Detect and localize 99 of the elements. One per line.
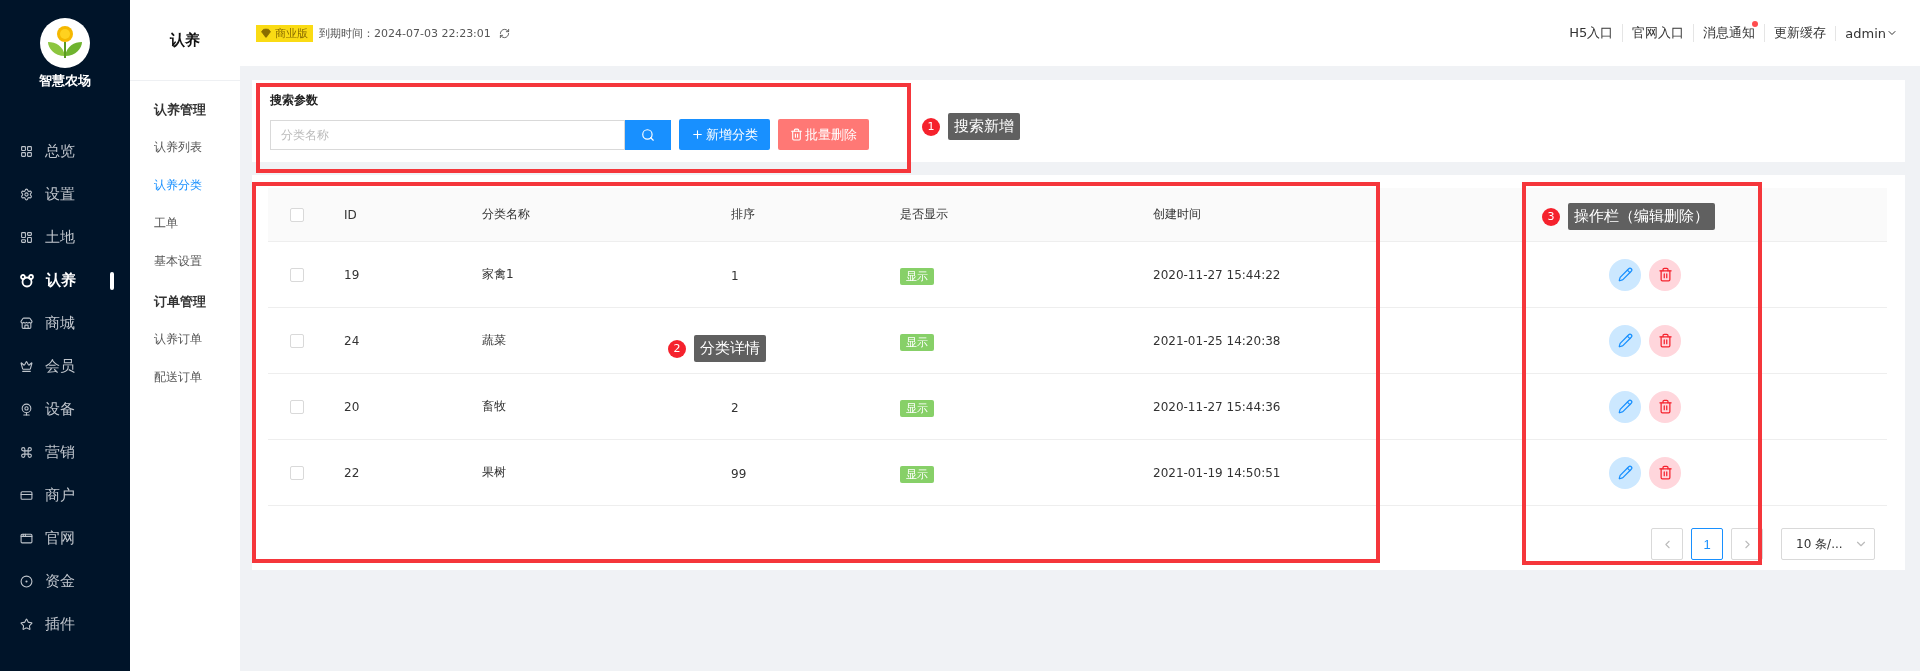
submenu-item[interactable]: 认养订单 — [130, 321, 240, 359]
table-cell: 2021-01-19 14:50:51 — [1153, 465, 1281, 480]
pencil-icon — [1617, 267, 1633, 282]
page-size-select[interactable]: 10 条/... — [1781, 528, 1875, 560]
blocks-icon — [20, 231, 33, 244]
search-button[interactable] — [625, 119, 671, 150]
sidebar-item[interactable]: 认养 — [0, 259, 130, 302]
sidebar-item[interactable]: 商城 — [0, 302, 130, 345]
trash-icon — [1657, 399, 1673, 414]
submenu-item[interactable]: 认养列表 — [130, 129, 240, 167]
table-cell: 2 — [731, 401, 739, 415]
sidebar-item[interactable]: 土地 — [0, 216, 130, 259]
header-link[interactable]: 消息通知 — [1693, 24, 1765, 42]
table-cell: 畜牧 — [482, 398, 506, 415]
search-field[interactable]: 分类名称 — [270, 119, 625, 150]
row-checkbox[interactable] — [290, 333, 304, 348]
table-cell: 果树 — [482, 464, 506, 481]
sidebar-item[interactable]: 插件 — [0, 603, 130, 646]
table-cell: 24 — [344, 333, 360, 348]
expiry-text: 到期时间：2024-07-03 22:23:01 — [319, 25, 491, 41]
row-checkbox[interactable] — [290, 465, 304, 480]
status-tag: 显示 — [900, 334, 934, 351]
sunflower-logo — [40, 18, 90, 68]
delete-button[interactable] — [1649, 390, 1681, 423]
header-link[interactable]: H5入口 — [1560, 24, 1623, 42]
table-cell: 19 — [344, 267, 360, 282]
gear-icon — [20, 188, 33, 201]
submenu-item[interactable]: 基本设置 — [130, 243, 240, 281]
edit-button[interactable] — [1609, 456, 1641, 489]
sidebar-item[interactable]: 总览 — [0, 130, 130, 173]
star-icon — [20, 618, 33, 631]
status-tag: 显示 — [900, 466, 934, 483]
window-icon — [20, 532, 33, 545]
edit-button[interactable] — [1609, 324, 1641, 357]
grid-icon — [20, 145, 33, 158]
sidebar-item[interactable]: 资金 — [0, 560, 130, 603]
row-checkbox[interactable] — [290, 399, 304, 414]
trash-icon — [1657, 267, 1673, 282]
store-icon — [20, 317, 33, 330]
submenu-item[interactable]: 工单 — [130, 205, 240, 243]
active-indicator — [110, 272, 114, 290]
table-cell: 2021-01-25 14:20:38 — [1153, 333, 1281, 348]
column-header: 是否显示 — [900, 206, 948, 223]
search-title: 搜索参数 — [270, 92, 319, 109]
header-link[interactable]: 更新缓存 — [1764, 24, 1836, 42]
annotation-label: 搜索新增 — [948, 113, 1020, 140]
edit-button[interactable] — [1609, 390, 1641, 423]
table-cell: 1 — [731, 269, 739, 283]
sidebar-item[interactable]: 会员 — [0, 345, 130, 388]
status-tag: 显示 — [900, 400, 934, 417]
bear-icon — [20, 273, 34, 288]
search-icon — [641, 127, 655, 142]
annotation-label: 操作栏（编辑删除） — [1568, 203, 1715, 230]
table-cell: 蔬菜 — [482, 332, 506, 349]
command-icon — [20, 446, 33, 459]
table-cell: 2020-11-27 15:44:36 — [1153, 399, 1281, 414]
user-menu[interactable]: admin — [1835, 25, 1898, 41]
sidebar-item[interactable]: 设备 — [0, 388, 130, 431]
prev-page-button[interactable] — [1651, 528, 1683, 560]
delete-button[interactable] — [1649, 456, 1681, 489]
table-cell: 家禽1 — [482, 266, 514, 283]
sidebar-item[interactable]: 官网 — [0, 517, 130, 560]
row-checkbox[interactable] — [290, 267, 304, 282]
column-header: 分类名称 — [482, 206, 530, 223]
sidebar-item[interactable]: 设置 — [0, 173, 130, 216]
refresh-icon[interactable] — [498, 27, 510, 39]
submenu-heading: 订单管理 — [153, 293, 207, 311]
crown-icon — [20, 360, 33, 373]
trash-icon — [790, 128, 803, 141]
select-all-checkbox[interactable] — [290, 207, 304, 222]
logo-text: 智慧农场 — [39, 72, 91, 90]
webcam-icon — [20, 403, 33, 416]
gem-icon — [261, 28, 271, 38]
column-header: 排序 — [731, 206, 755, 223]
table-cell: 2020-11-27 15:44:22 — [1153, 267, 1281, 282]
trash-icon — [1657, 465, 1673, 480]
column-header: ID — [344, 207, 357, 222]
submenu-item[interactable]: 配送订单 — [130, 359, 240, 397]
table-cell: 99 — [731, 467, 747, 481]
trash-icon — [1657, 333, 1673, 348]
plus-icon — [691, 128, 704, 141]
status-tag: 显示 — [900, 268, 934, 285]
pencil-icon — [1617, 465, 1633, 480]
delete-button[interactable] — [1649, 258, 1681, 291]
edit-button[interactable] — [1609, 258, 1641, 291]
sidebar-item[interactable]: 营销 — [0, 431, 130, 474]
column-header: 创建时间 — [1153, 206, 1201, 223]
header-link[interactable]: 官网入口 — [1622, 24, 1694, 42]
card-icon — [20, 489, 33, 502]
target-icon — [20, 575, 33, 588]
delete-button[interactable] — [1649, 324, 1681, 357]
pencil-icon — [1617, 333, 1633, 348]
table-cell: 20 — [344, 399, 360, 414]
submenu-heading: 认养管理 — [153, 101, 207, 119]
table-cell: 22 — [344, 465, 360, 480]
edition-badge: 商业版 — [256, 24, 313, 42]
annotation-label: 分类详情 — [694, 335, 766, 362]
sidebar-item[interactable]: 商户 — [0, 474, 130, 517]
pencil-icon — [1617, 399, 1633, 414]
